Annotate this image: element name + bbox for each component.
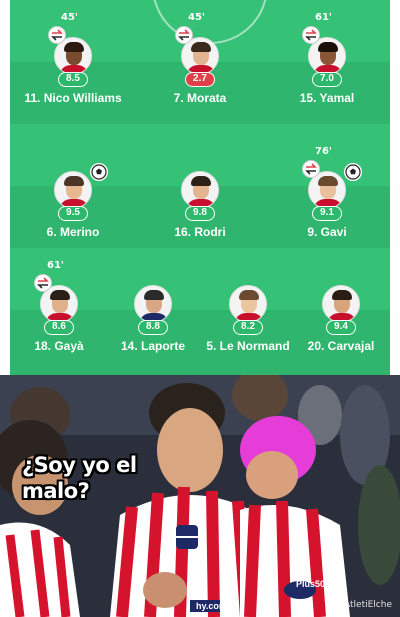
player-avatar	[134, 285, 172, 323]
player-card[interactable]: 45' 8.5 11. Nico Williams	[18, 12, 128, 112]
player-rating-badge: 9.1	[312, 206, 342, 221]
player-rating-badge: 2.7	[185, 72, 215, 87]
player-rating-badge: 8.8	[138, 320, 168, 335]
substitution-icon	[48, 26, 66, 44]
player-avatar	[322, 285, 360, 323]
player-name: 15. Yamal	[299, 91, 355, 105]
lineup-pitch: 45' 8.5 11. Nico Williams 45' 2.7 7. Morata 61…	[0, 0, 400, 375]
goal-ball-icon	[90, 163, 108, 181]
player-rating-badge: 8.6	[44, 320, 74, 335]
player-card[interactable]: 9.4 20. Carvajal	[286, 260, 396, 360]
player-name: 9. Gavi	[307, 225, 347, 239]
player-rating-badge: 9.4	[326, 320, 356, 335]
player-avatar	[54, 171, 92, 209]
sub-minute: 61'	[47, 260, 64, 271]
player-rating-badge: 7.0	[312, 72, 342, 87]
player-name: 7. Morata	[173, 91, 227, 105]
sub-minute: 45'	[61, 12, 78, 23]
substitution-icon	[34, 274, 52, 292]
player-name: 6. Merino	[46, 225, 100, 239]
shirt-sponsor-text: Plus500	[296, 579, 331, 589]
sub-minute: 45'	[188, 12, 205, 23]
goal-ball-icon	[344, 163, 362, 181]
meme-caption: ¿Soy yo el malo?	[22, 453, 137, 503]
player-avatar	[229, 285, 267, 323]
watermark: #AtletiElche	[336, 600, 392, 610]
player-card[interactable]: 9.5 6. Merino	[18, 146, 128, 246]
player-card[interactable]: 45' 2.7 7. Morata	[145, 12, 255, 112]
player-rating-badge: 9.5	[58, 206, 88, 221]
substitution-icon	[302, 160, 320, 178]
player-card[interactable]: 61' 7.0 15. Yamal	[272, 12, 382, 112]
player-name: 16. Rodri	[174, 225, 226, 239]
player-rating-badge: 8.2	[233, 320, 263, 335]
player-name: 20. Carvajal	[307, 339, 375, 353]
player-name: 11. Nico Williams	[24, 91, 122, 105]
player-rating-badge: 9.8	[185, 206, 215, 221]
sub-minute: 61'	[315, 12, 332, 23]
sub-minute: 76'	[315, 146, 332, 157]
player-avatar	[181, 171, 219, 209]
substitution-icon	[175, 26, 193, 44]
player-rating-badge: 8.5	[58, 72, 88, 87]
shirt-sponsor-small: hy.com	[196, 601, 227, 611]
player-card[interactable]: 9.8 16. Rodri	[145, 146, 255, 246]
substitution-icon	[302, 26, 320, 44]
player-card[interactable]: 76' 9.1 9. Gavi	[272, 146, 382, 246]
